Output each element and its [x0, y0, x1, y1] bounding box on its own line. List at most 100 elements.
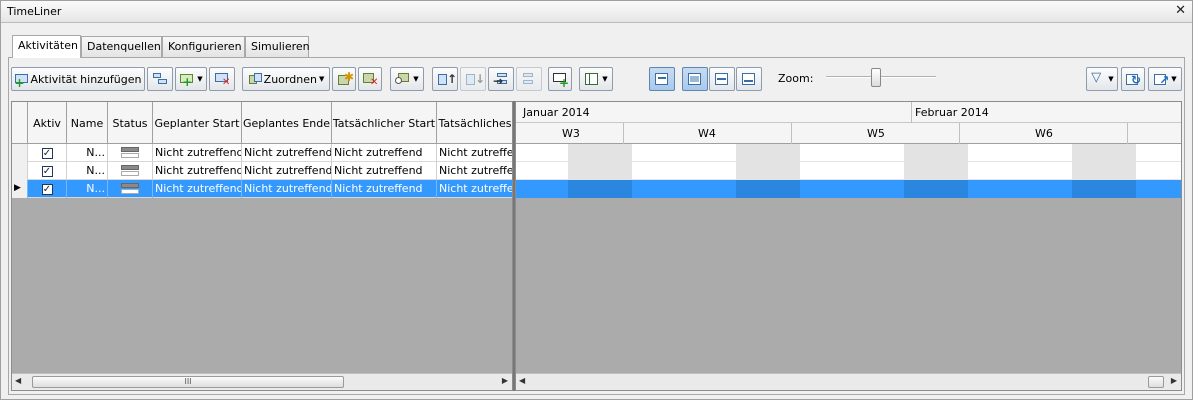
week-separator: [1127, 123, 1128, 144]
active-cell[interactable]: ✓: [28, 162, 67, 180]
actual-start-cell[interactable]: Nicht zutreffend: [332, 162, 437, 180]
column-header-aktiv[interactable]: Aktiv: [28, 102, 67, 144]
name-cell[interactable]: N...: [67, 180, 108, 198]
actual-end-cell[interactable]: Nicht zutreffend: [437, 180, 512, 198]
table-row[interactable]: ✓ N... Nicht zutreffend Nicht zutreffend…: [12, 162, 512, 180]
active-cell[interactable]: ✓: [28, 180, 67, 198]
month-separator: [911, 102, 912, 123]
name-cell[interactable]: N...: [67, 162, 108, 180]
tab-konfigurieren[interactable]: Konfigurieren: [162, 36, 245, 57]
unassign-button[interactable]: ✕: [358, 67, 382, 91]
auto-assign-button[interactable]: ✱: [332, 67, 356, 91]
unassign-icon: ✕: [362, 72, 378, 88]
zoom-slider-track[interactable]: [826, 76, 936, 78]
add-comment-icon-button[interactable]: +: [548, 67, 572, 91]
scroll-left-icon[interactable]: ◀: [519, 376, 525, 385]
export-button[interactable]: ↗ ▼: [1148, 67, 1182, 91]
month-label-january: Januar 2014: [523, 106, 590, 119]
gantt-chart: Januar 2014 Februar 2014 W3 W4 W5 W6 ◀ ▶: [515, 101, 1182, 391]
week-separator: [623, 123, 624, 144]
actual-start-cell[interactable]: Nicht zutreffend: [332, 180, 437, 198]
active-checkbox[interactable]: ✓: [41, 166, 53, 177]
scroll-thumb[interactable]: III: [32, 376, 344, 388]
gantt-scroll-thumb[interactable]: [1148, 376, 1164, 388]
tab-simulieren[interactable]: Simulieren: [245, 36, 310, 57]
weekend-band: [1072, 180, 1136, 198]
chevron-down-icon: ▼: [602, 75, 608, 83]
add-comment-button[interactable]: + ▼: [175, 67, 207, 91]
import-icon: ↻: [1125, 72, 1141, 86]
row-pointer-icon[interactable]: ▶: [12, 180, 28, 198]
view-gantt-button[interactable]: [682, 67, 708, 91]
active-checkbox[interactable]: ✓: [41, 148, 53, 159]
scroll-left-icon[interactable]: ◀: [15, 376, 21, 385]
chevron-down-icon: ▼: [197, 75, 203, 83]
planned-start-cell[interactable]: Nicht zutreffend: [153, 180, 242, 198]
table-row-selected[interactable]: ▶ ✓ N... Nicht zutreffend Nicht zutreffe…: [12, 180, 512, 198]
move-down-button[interactable]: ↓: [460, 67, 486, 91]
view-actual-button[interactable]: [736, 67, 762, 91]
scroll-right-icon[interactable]: ▶: [502, 376, 508, 385]
view-planned-button[interactable]: [709, 67, 735, 91]
row-divider: [516, 161, 1181, 162]
assign-label: Zuordnen: [263, 72, 317, 86]
actual-end-cell[interactable]: Nicht zutreffend: [437, 144, 512, 162]
tab-datenquellen[interactable]: Datenquellen: [81, 36, 162, 57]
grid-header: Aktiv Name Status Geplanter Start Geplan…: [12, 102, 512, 144]
filter-button[interactable]: ▽ ▼: [1086, 67, 1118, 91]
column-header-planned-start[interactable]: Geplanter Start: [153, 102, 242, 144]
actual-start-cell[interactable]: Nicht zutreffend: [332, 144, 437, 162]
find-items-button[interactable]: ▼: [390, 67, 424, 91]
weekend-band: [736, 180, 800, 198]
planned-start-cell[interactable]: Nicht zutreffend: [153, 144, 242, 162]
add-activity-button[interactable]: + Aktivität hinzufügen: [11, 67, 145, 91]
column-header-name[interactable]: Name: [67, 102, 108, 144]
zoom-slider-thumb[interactable]: [870, 68, 881, 87]
assign-button[interactable]: Zuordnen ▼: [242, 67, 330, 91]
planned-end-cell[interactable]: Nicht zutreffend: [242, 180, 332, 198]
status-cell: [108, 162, 153, 180]
chevron-down-icon: ▼: [413, 75, 419, 83]
add-row-icon: +: [180, 74, 194, 89]
actual-view-icon: [741, 72, 757, 86]
gantt-horizontal-scrollbar[interactable]: ◀ ▶: [516, 373, 1181, 390]
tab-aktivitaeten[interactable]: Aktivitäten: [12, 35, 81, 58]
add-activity-label: Aktivität hinzufügen: [30, 72, 142, 86]
active-cell[interactable]: ✓: [28, 144, 67, 162]
view-grid-gantt-button[interactable]: [649, 67, 675, 91]
row-header[interactable]: [12, 144, 28, 162]
week-separator: [959, 123, 960, 144]
zoom-label: Zoom:: [778, 72, 814, 85]
table-row[interactable]: ✓ N... Nicht zutreffend Nicht zutreffend…: [12, 144, 512, 162]
planned-start-cell[interactable]: Nicht zutreffend: [153, 162, 242, 180]
outdent-button[interactable]: [516, 67, 542, 91]
planned-end-cell[interactable]: Nicht zutreffend: [242, 144, 332, 162]
filter-icon: ▽: [1091, 70, 1102, 85]
column-header-planned-end[interactable]: Geplantes Ende: [242, 102, 332, 144]
weekend-band: [568, 180, 632, 198]
scroll-right-icon[interactable]: ▶: [1171, 376, 1177, 385]
delete-activity-button[interactable]: ✕: [209, 67, 235, 91]
column-header-actual-start[interactable]: Tatsächlicher Start: [332, 102, 437, 144]
move-up-button[interactable]: ↑: [432, 67, 458, 91]
status-icon: [121, 164, 139, 178]
row-header-corner: [12, 102, 28, 144]
delete-icon: ✕: [214, 72, 230, 88]
row-header[interactable]: [12, 162, 28, 180]
column-header-actual-end[interactable]: Tatsächliches: [437, 102, 512, 144]
actual-end-cell[interactable]: Nicht zutreffend: [437, 162, 512, 180]
name-cell[interactable]: N...: [67, 144, 108, 162]
grid-horizontal-scrollbar[interactable]: ◀ III ▶: [12, 373, 512, 390]
gantt-selected-row[interactable]: [516, 180, 1181, 198]
gantt-view-icon: [687, 72, 703, 86]
gantt-week-header: W3 W4 W5 W6: [516, 123, 1181, 144]
planned-end-cell[interactable]: Nicht zutreffend: [242, 162, 332, 180]
indent-button[interactable]: →: [488, 67, 514, 91]
import-button[interactable]: ↻: [1121, 67, 1145, 91]
insert-child-button[interactable]: [147, 67, 173, 91]
close-icon[interactable]: ✕: [1175, 3, 1186, 18]
weekend-band: [904, 180, 968, 198]
columns-button[interactable]: ▼: [579, 67, 613, 91]
column-header-status[interactable]: Status: [108, 102, 153, 144]
active-checkbox[interactable]: ✓: [41, 184, 53, 195]
